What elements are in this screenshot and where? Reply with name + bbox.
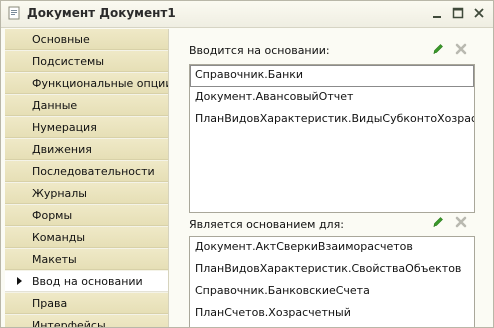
sidebar-item-label: Движения (32, 143, 92, 156)
sidebar-item-label: Макеты (32, 253, 77, 266)
basis-for-list[interactable]: Документ.АктСверкиВзаиморасчетов ПланВидо… (189, 236, 475, 327)
metadata-object-icon (8, 6, 20, 20)
close-icon (474, 8, 484, 18)
sidebar-item-label: Права (32, 297, 68, 310)
sidebar-item[interactable]: Права (5, 293, 168, 314)
maximize-icon (452, 7, 464, 19)
sidebar-item-label: Данные (32, 99, 78, 112)
list-item[interactable]: ПланСчетов.Хозрасчетный (190, 303, 474, 325)
sidebar-item-label: Нумерация (32, 121, 97, 134)
sidebar-item-label: Основные (32, 33, 90, 46)
active-arrow-icon (17, 277, 22, 285)
sidebar-item[interactable]: Команды (5, 227, 168, 248)
sidebar-item-label: Интерфейсы (32, 319, 106, 328)
pencil-icon[interactable] (431, 42, 445, 56)
sidebar-item[interactable]: Макеты (5, 249, 168, 270)
close-button[interactable] (471, 5, 487, 21)
sidebar-item[interactable]: Нумерация (5, 117, 168, 138)
basis-for-label: Является основанием для: (189, 218, 344, 231)
pencil-icon[interactable] (431, 215, 445, 229)
sidebar-item[interactable]: Данные (5, 95, 168, 116)
sidebar-item-label: Ввод на основании (32, 275, 143, 288)
sidebar-item-label: Журналы (32, 187, 87, 200)
based-on-list[interactable]: Справочник.Банки Документ.АвансовыйОтчет П… (189, 64, 475, 213)
sidebar-item[interactable]: Основные (5, 29, 168, 50)
sidebar-item-label: Последовательности (32, 165, 155, 178)
list-item[interactable]: ПланВидовХарактеристик.СвойстваОбъектов (190, 259, 474, 281)
sidebar-item-label: Команды (32, 231, 86, 244)
sidebar-item[interactable]: Формы (5, 205, 168, 226)
sidebar-item[interactable]: Подсистемы (5, 51, 168, 72)
list-item[interactable]: Документ.АвансовыйОтчет (190, 87, 474, 109)
sidebar-item[interactable]: Журналы (5, 183, 168, 204)
list-item[interactable]: ПланВидовХарактеристик.ВидыСубконтоХозра… (190, 109, 474, 131)
list-item[interactable]: Документ.АктСверкиВзаиморасчетов (190, 237, 474, 259)
document-editor-window: Документ Документ1 Основные Подсистемы Фун… (0, 0, 494, 328)
input-on-basis-panel: Вводится на основании: Справочник.Банки Д… (169, 29, 493, 327)
sidebar-item-label: Функциональные опции (32, 77, 169, 90)
minimize-icon (433, 16, 441, 18)
sidebar-item-label: Подсистемы (32, 55, 105, 68)
sidebar-item[interactable]: Движения (5, 139, 168, 160)
clear-x-icon[interactable] (454, 42, 468, 56)
list-item[interactable]: Справочник.Банки (190, 65, 474, 87)
list-item[interactable]: Справочник.БанковскиеСчета (190, 281, 474, 303)
sidebar-item-label: Формы (32, 209, 73, 222)
sidebar-item[interactable]: Последовательности (5, 161, 168, 182)
sidebar-item[interactable]: Функциональные опции (5, 73, 168, 94)
window-title: Документ Документ1 (27, 6, 176, 20)
clear-x-icon[interactable] (454, 215, 468, 229)
sidebar-tabs: Основные Подсистемы Функциональные опции Да… (5, 29, 169, 328)
sidebar-item[interactable]: Интерфейсы (5, 315, 168, 328)
sidebar-item[interactable]: Ввод на основании (5, 271, 168, 292)
title-bar[interactable]: Документ Документ1 (1, 1, 493, 28)
maximize-button[interactable] (450, 5, 466, 21)
based-on-label: Вводится на основании: (189, 44, 330, 57)
minimize-button[interactable] (429, 5, 445, 21)
